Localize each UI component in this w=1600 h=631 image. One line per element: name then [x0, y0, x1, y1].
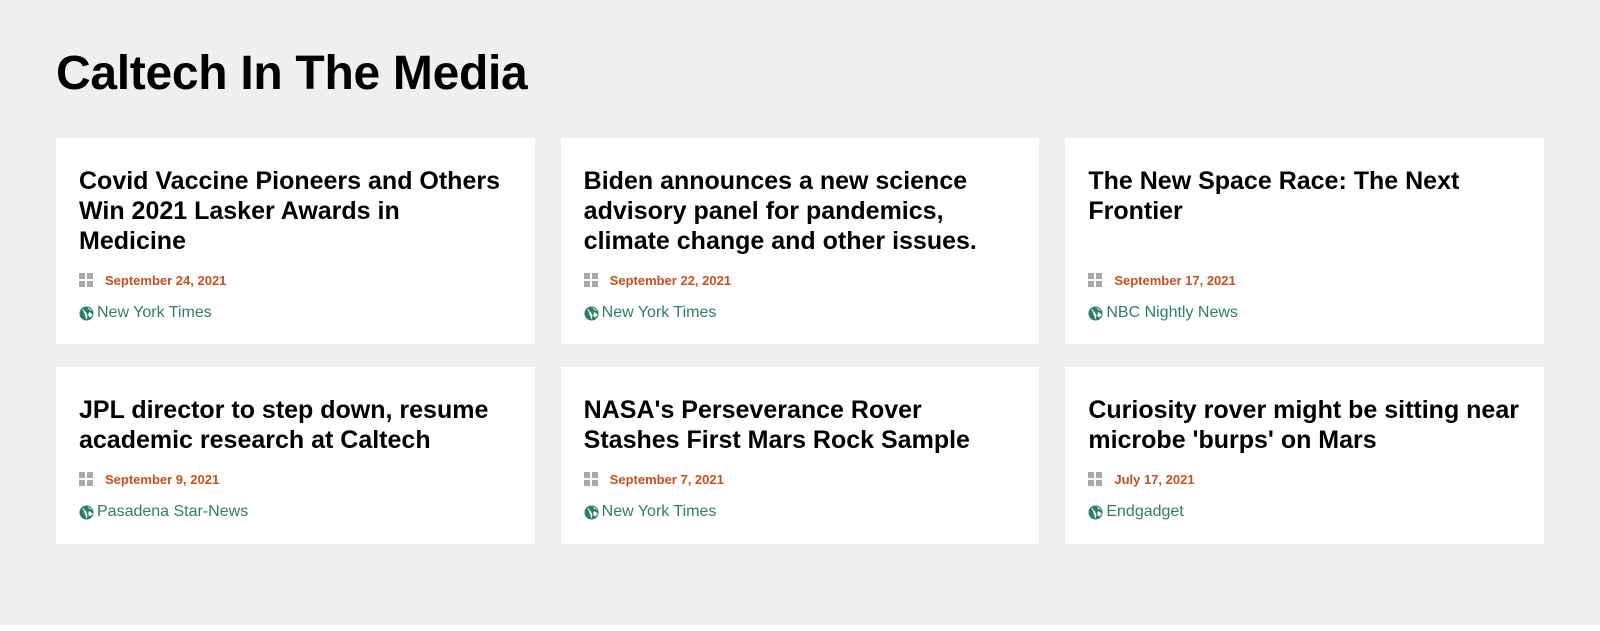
- article-source-row: New York Times: [584, 503, 1017, 521]
- article-source-link[interactable]: New York Times: [602, 503, 717, 521]
- article-date-row: September 17, 2021: [1088, 270, 1521, 290]
- globe-icon: [1088, 504, 1103, 520]
- article-title[interactable]: NASA's Perseverance Rover Stashes First …: [584, 395, 1017, 455]
- article-card[interactable]: NASA's Perseverance Rover Stashes First …: [560, 367, 1040, 544]
- grid-icon: [1088, 273, 1103, 287]
- articles-row: JPL director to step down, resume academ…: [56, 367, 1545, 544]
- article-source-row: New York Times: [79, 304, 512, 322]
- article-title[interactable]: Curiosity rover might be sitting near mi…: [1088, 395, 1521, 455]
- grid-icon: [79, 472, 93, 486]
- article-card[interactable]: Curiosity rover might be sitting near mi…: [1065, 367, 1545, 544]
- article-source-link[interactable]: New York Times: [602, 304, 717, 322]
- article-source-link[interactable]: New York Times: [97, 304, 212, 322]
- globe-icon: [1088, 305, 1103, 321]
- article-source-row: Pasadena Star-News: [79, 503, 512, 521]
- articles-row: Covid Vaccine Pioneers and Others Win 20…: [56, 138, 1545, 344]
- article-source-link[interactable]: Endgadget: [1106, 503, 1183, 521]
- article-date: September 17, 2021: [1114, 272, 1236, 288]
- grid-icon: [79, 273, 93, 287]
- article-date-row: September 22, 2021: [583, 270, 1017, 290]
- article-card[interactable]: Covid Vaccine Pioneers and Others Win 20…: [56, 138, 535, 344]
- article-date-row: September 7, 2021: [583, 469, 1017, 489]
- article-card[interactable]: The New Space Race: The Next Frontier Se…: [1065, 138, 1545, 344]
- grid-icon: [1088, 472, 1103, 486]
- article-title[interactable]: The New Space Race: The Next Frontier: [1088, 166, 1521, 256]
- article-date: September 22, 2021: [609, 272, 732, 288]
- article-date-row: July 17, 2021: [1088, 469, 1521, 489]
- article-source-link[interactable]: Pasadena Star-News: [97, 503, 248, 521]
- section-title: Caltech In The Media: [56, 47, 528, 100]
- media-section: Caltech In The Media Covid Vaccine Pione…: [0, 0, 1600, 625]
- article-source-row: NBC Nightly News: [1088, 304, 1521, 322]
- globe-icon: [584, 504, 599, 520]
- article-title[interactable]: Covid Vaccine Pioneers and Others Win 20…: [79, 166, 512, 256]
- article-card[interactable]: JPL director to step down, resume academ…: [56, 367, 535, 544]
- globe-icon: [584, 305, 599, 321]
- article-date-row: September 24, 2021: [79, 270, 512, 290]
- article-date: July 17, 2021: [1114, 471, 1195, 487]
- articles-grid: Covid Vaccine Pioneers and Others Win 20…: [56, 138, 1545, 544]
- article-title[interactable]: Biden announces a new science advisory p…: [584, 166, 1017, 256]
- article-card[interactable]: Biden announces a new science advisory p…: [560, 138, 1040, 344]
- article-source-row: New York Times: [584, 304, 1017, 322]
- grid-icon: [583, 273, 598, 287]
- globe-icon: [79, 504, 94, 520]
- article-source-link[interactable]: NBC Nightly News: [1106, 304, 1238, 322]
- article-source-row: Endgadget: [1088, 503, 1521, 521]
- article-date-row: September 9, 2021: [79, 469, 512, 489]
- globe-icon: [79, 305, 94, 321]
- article-date: September 24, 2021: [105, 272, 227, 288]
- article-title[interactable]: JPL director to step down, resume academ…: [79, 395, 512, 455]
- grid-icon: [583, 472, 598, 486]
- article-date: September 7, 2021: [609, 471, 724, 487]
- article-date: September 9, 2021: [105, 471, 220, 487]
